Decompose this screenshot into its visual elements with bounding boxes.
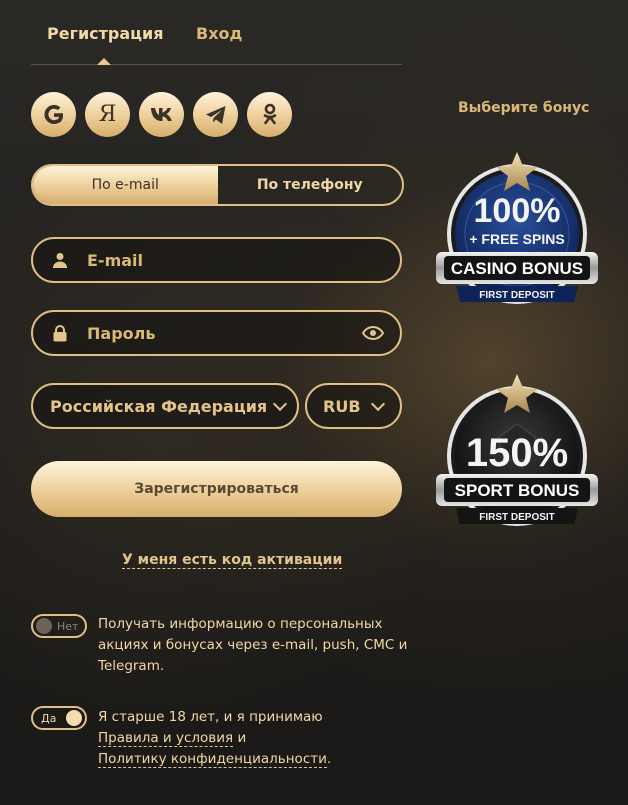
casino-bonus-badge[interactable]: 100% + FREE SPINS CASINO BONUS FIRST DEP… [432,148,602,310]
casino-bonus-sub: FIRST DEPOSIT [479,290,555,301]
casino-bonus-extra: + FREE SPINS [469,231,564,247]
method-email-option[interactable]: По e-mail [33,166,218,204]
lock-icon [51,324,69,342]
promo-toggle[interactable]: Нет [31,614,87,638]
odnoklassniki-login-button[interactable] [247,92,292,137]
yandex-login-button[interactable]: Я [85,92,130,137]
sport-bonus-percent: 150% [466,431,568,475]
toggle-state-label: Нет [57,619,79,633]
casino-bonus-graphic: 100% + FREE SPINS CASINO BONUS FIRST DEP… [436,152,598,304]
sport-bonus-graphic: 150% SPORT BONUS FIRST DEPOSIT [436,374,598,526]
casino-bonus-percent: 100% [474,192,561,230]
age-terms-toggle[interactable]: Да [31,706,87,730]
yandex-icon: Я [98,102,117,127]
casino-bonus-label: CASINO BONUS [451,259,583,278]
vk-login-button[interactable] [139,92,184,137]
promo-consent-text: Получать информацию о персональных акция… [98,616,408,674]
social-login-row: Я [31,92,292,137]
privacy-policy-link[interactable]: Политику конфиденциальности [98,751,327,768]
email-input[interactable] [85,249,400,271]
method-phone-option[interactable]: По телефону [218,166,403,204]
show-password-icon[interactable] [362,326,384,340]
google-icon [44,104,63,124]
telegram-icon [205,105,225,124]
sport-bonus-label: SPORT BONUS [455,481,580,500]
age-terms-text: Я старше 18 лет, и я принимаю Правила и … [98,707,408,770]
sport-bonus-sub: FIRST DEPOSIT [479,512,555,523]
age-confirmation-text: Я старше 18 лет, и я принимаю [98,709,323,725]
sport-bonus-badge[interactable]: 150% SPORT BONUS FIRST DEPOSIT [432,372,602,532]
odnoklassniki-icon [263,103,276,124]
conjunction-text: и [237,730,247,746]
terms-link[interactable]: Правила и условия [98,730,234,747]
telegram-login-button[interactable] [193,92,238,137]
currency-select[interactable]: RUB [305,383,402,429]
activation-code-link[interactable]: У меня есть код активации [122,552,343,569]
toggle-state-label: Да [41,711,57,725]
toggle-knob [66,710,82,726]
password-field [31,310,402,356]
active-tab-indicator [97,58,111,65]
currency-select-value: RUB [323,396,361,416]
google-login-button[interactable] [31,92,76,137]
user-icon [51,252,69,268]
bonus-section-title: Выберите бонус [458,100,590,116]
tab-registration[interactable]: Регистрация [47,24,164,43]
register-button[interactable]: Зарегистрироваться [31,461,402,517]
vk-icon [150,107,172,121]
tab-login[interactable]: Вход [196,24,242,43]
registration-method-switch: По e-mail По телефону [31,164,404,206]
country-select[interactable]: Российская Федерация [31,383,299,429]
auth-tabs: Регистрация Вход [31,18,402,65]
password-input[interactable] [85,322,362,344]
chevron-down-icon [370,396,385,412]
email-field [31,237,402,283]
toggle-knob [36,618,52,634]
country-select-value: Российская Федерация [50,396,268,416]
chevron-down-icon [273,396,288,412]
sentence-period: . [326,751,332,767]
